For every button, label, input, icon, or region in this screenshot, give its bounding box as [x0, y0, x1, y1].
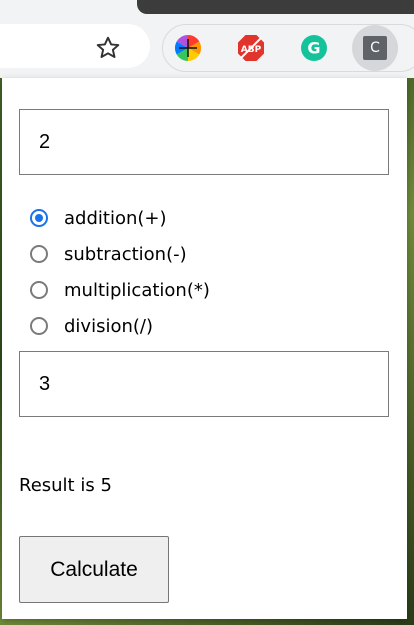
tab-strip	[137, 0, 414, 14]
grammarly-letter: G	[307, 39, 320, 58]
second-number-input[interactable]	[19, 351, 389, 417]
multiplication-label[interactable]: multiplication(*)	[64, 280, 210, 301]
addition-radio[interactable]	[30, 209, 48, 227]
address-bar[interactable]	[0, 24, 150, 68]
subtraction-radio[interactable]	[30, 245, 48, 263]
star-icon[interactable]	[90, 30, 126, 66]
operation-option-division[interactable]: division(/)	[30, 308, 210, 344]
addition-label[interactable]: addition(+)	[64, 208, 167, 229]
multiplication-radio[interactable]	[30, 281, 48, 299]
result-text: Result is 5	[19, 475, 112, 496]
operation-option-addition[interactable]: addition(+)	[30, 200, 210, 236]
adblock-plus-icon[interactable]: ABP	[237, 34, 265, 62]
division-radio[interactable]	[30, 317, 48, 335]
operation-radio-group: addition(+) subtraction(-) multiplicatio…	[30, 200, 210, 344]
grammarly-icon[interactable]: G	[300, 34, 328, 62]
division-label[interactable]: division(/)	[64, 316, 153, 337]
operation-option-subtraction[interactable]: subtraction(-)	[30, 236, 210, 272]
subtraction-label[interactable]: subtraction(-)	[64, 244, 187, 265]
calculate-button[interactable]: Calculate	[19, 536, 169, 603]
calculator-extension-icon[interactable]: C	[352, 25, 398, 71]
operation-option-multiplication[interactable]: multiplication(*)	[30, 272, 210, 308]
calculator-extension-letter: C	[363, 36, 387, 60]
first-number-input[interactable]	[19, 109, 389, 175]
browser-toolbar: ABP G C	[0, 0, 414, 78]
calculator-popup: addition(+) subtraction(-) multiplicatio…	[2, 78, 407, 619]
color-wheel-icon[interactable]	[174, 34, 202, 62]
